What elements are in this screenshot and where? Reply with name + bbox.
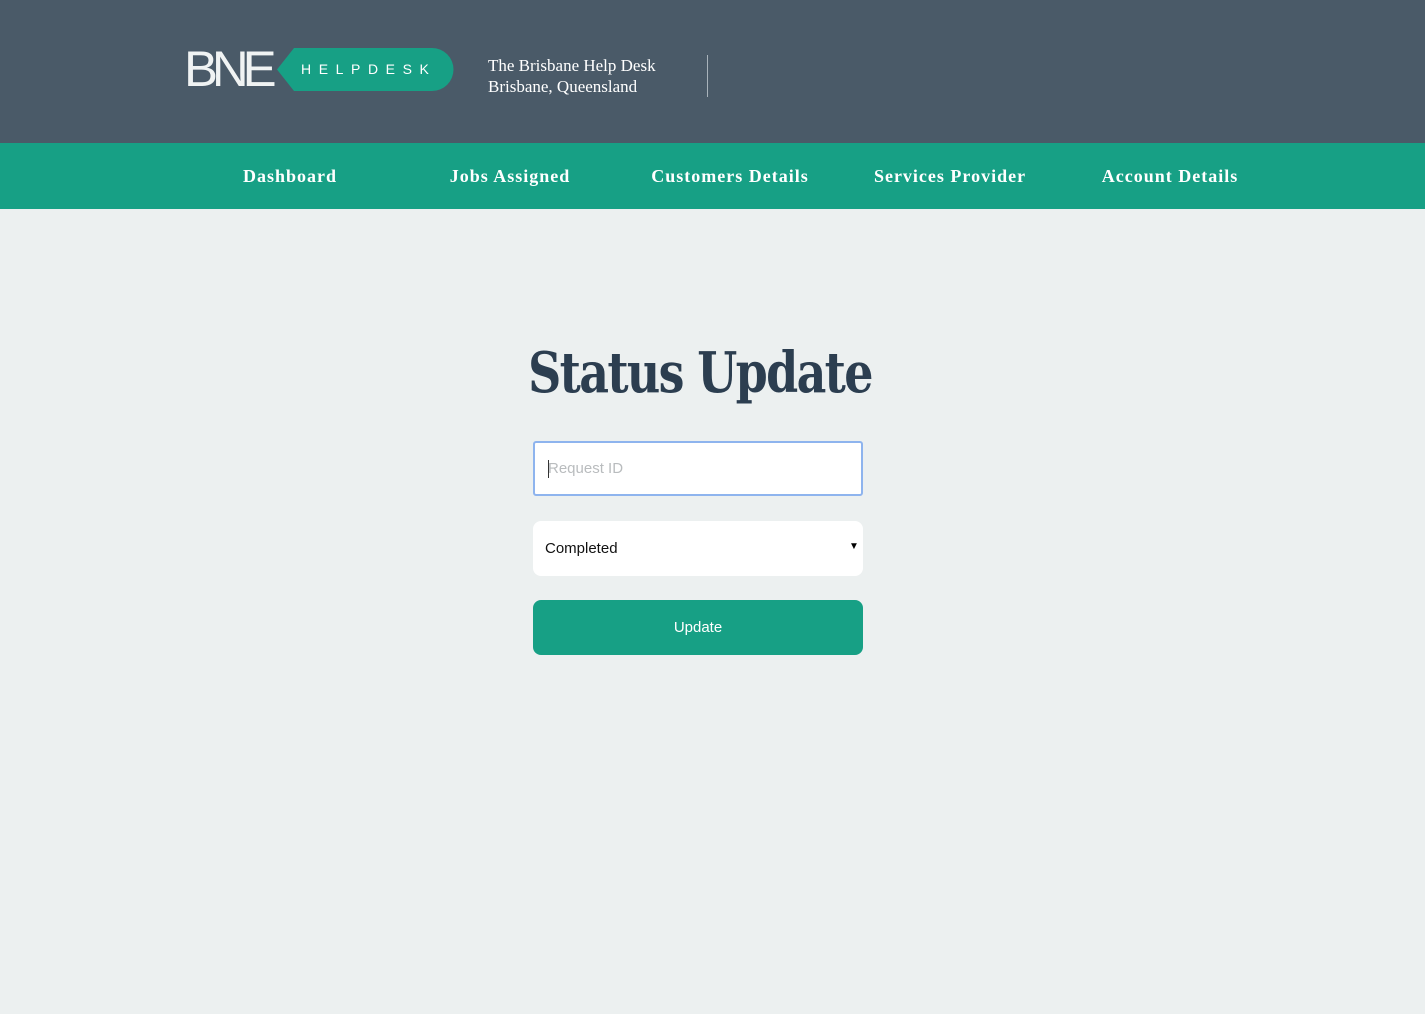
nav-item-dashboard[interactable]: Dashboard [200,143,380,209]
main-nav: Dashboard Jobs Assigned Customers Detail… [0,143,1425,209]
logo-bne-text: BNE [184,41,277,97]
nav-item-services-provider[interactable]: Services Provider [850,143,1050,209]
request-id-input[interactable] [535,443,861,494]
header-tagline: The Brisbane Help Desk Brisbane, Queensl… [488,55,656,97]
logo-helpdesk-tag: HELPDESK [277,48,454,91]
status-select[interactable]: Completed ▼ [533,521,863,576]
page-title: Status Update [528,340,873,406]
header: BNE HELPDESK The Brisbane Help Desk Bris… [0,0,1425,143]
tagline-line-1: The Brisbane Help Desk [488,56,656,75]
text-cursor [548,460,549,478]
request-id-field[interactable] [533,441,863,496]
tagline-line-2: Brisbane, Queensland [488,77,638,96]
update-button[interactable]: Update [533,600,863,655]
nav-item-customers-details[interactable]: Customers Details [630,143,830,209]
nav-item-jobs-assigned[interactable]: Jobs Assigned [410,143,610,209]
status-select-value: Completed [545,540,618,557]
nav-item-account-details[interactable]: Account Details [1070,143,1270,209]
header-divider [707,55,708,97]
dropdown-arrow-icon: ▼ [849,541,859,552]
bne-helpdesk-logo[interactable]: BNE HELPDESK [184,41,456,97]
logo-helpdesk-text: HELPDESK [301,61,437,77]
